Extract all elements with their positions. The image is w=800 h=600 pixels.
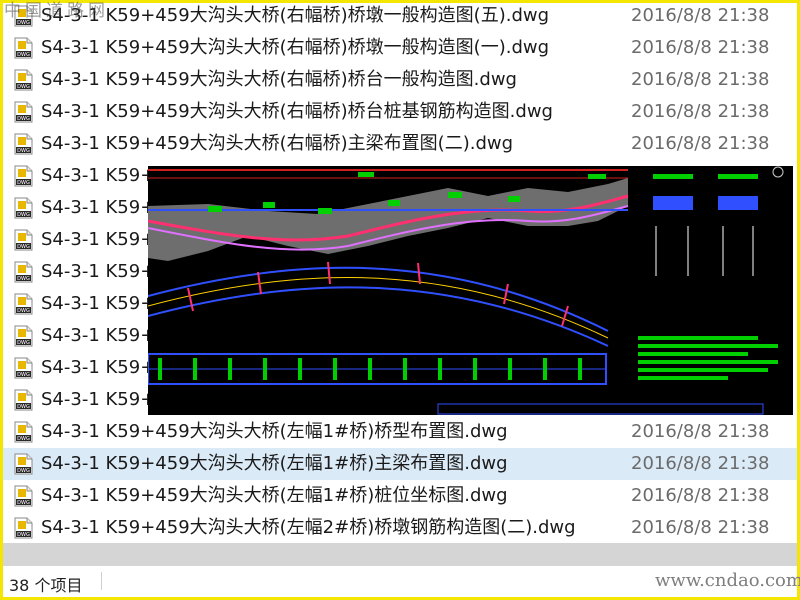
file-name: S4-3-1 K59+ [41,197,156,218]
file-name: S4-3-1 K59+459大沟头大桥(右幅桥)桥台一般构造图.dwg [41,69,517,90]
file-name: S4-3-1 K59+459大沟头大桥(左幅1#桥)桩位坐标图.dwg [41,485,508,506]
svg-text:DWG: DWG [17,52,30,58]
svg-text:DWG: DWG [17,404,30,410]
watermark-top: 中国道路网 [4,1,109,21]
file-name: S4-3-1 K59+ [41,357,156,378]
file-date: 2016/8/8 21:38 [631,421,770,442]
file-date: 2016/8/8 21:38 [631,453,770,474]
dwg-file-icon: DWG [12,421,34,443]
dwg-file-icon: DWG [12,197,34,219]
svg-text:DWG: DWG [17,148,30,154]
file-row[interactable]: DWG S4-3-1 K59+459大沟头大桥(右幅桥)桥台桩基钢筋构造图.dwg… [3,96,797,128]
svg-text:DWG: DWG [17,180,30,186]
dwg-file-icon: DWG [12,293,34,315]
file-date: 2016/8/8 21:38 [631,133,770,154]
dwg-file-icon: DWG [12,261,34,283]
file-date: 2016/8/8 21:38 [631,5,770,26]
file-date: 2016/8/8 21:38 [631,485,770,506]
svg-text:DWG: DWG [17,244,30,250]
file-name: S4-3-1 K59+ [41,325,156,346]
file-row[interactable]: DWG S4-3-1 K59+459大沟头大桥(右幅桥)主梁布置图(二).dwg 2… [3,128,797,160]
dwg-preview-popup [147,166,793,415]
dwg-file-icon: DWG [12,165,34,187]
file-name: S4-3-1 K59+459大沟头大桥(左幅2#桥)桥墩钢筋构造图(二).dwg [41,517,576,538]
item-count: 38 个项目 [9,576,83,595]
horizontal-scrollbar[interactable] [3,543,797,566]
file-row[interactable]: DWG S4-3-1 K59+459大沟头大桥(右幅桥)桥台一般构造图.dwg 20… [3,64,797,96]
file-row[interactable]: DWG S4-3-1 K59+459大沟头大桥(右幅桥)桥墩一般构造图(五).dw… [3,0,797,32]
svg-text:DWG: DWG [17,212,30,218]
file-name: S4-3-1 K59+459大沟头大桥(右幅桥)桥台桩基钢筋构造图.dwg [41,101,553,122]
svg-text:DWG: DWG [17,308,30,314]
file-row[interactable]: DWG S4-3-1 K59+459大沟头大桥(左幅1#桥)桩位坐标图.dwg 20… [3,480,797,512]
file-name: S4-3-1 K59+459大沟头大桥(左幅1#桥)桥型布置图.dwg [41,421,508,442]
status-divider [101,572,102,590]
file-name: S4-3-1 K59+ [41,261,156,282]
file-row[interactable]: DWG S4-3-1 K59+459大沟头大桥(左幅1#桥)桥型布置图.dwg 20… [3,416,797,448]
file-row[interactable]: DWG S4-3-1 K59+459大沟头大桥(右幅桥)桥墩一般构造图(一).dw… [3,32,797,64]
dwg-file-icon: DWG [12,357,34,379]
dwg-file-icon: DWG [12,37,34,59]
dwg-file-icon: DWG [12,69,34,91]
file-name: S4-3-1 K59+459大沟头大桥(右幅桥)主梁布置图(二).dwg [41,133,514,154]
dwg-file-icon: DWG [12,229,34,251]
file-name: S4-3-1 K59+459大沟头大桥(左幅1#桥)主梁布置图.dwg [41,453,508,474]
svg-text:DWG: DWG [17,500,30,506]
cad-drawing [147,166,793,415]
file-name: S4-3-1 K59+ [41,165,156,186]
dwg-file-icon: DWG [12,325,34,347]
file-row[interactable]: DWG S4-3-1 K59+459大沟头大桥(左幅2#桥)桥墩钢筋构造图(二).… [3,512,797,544]
dwg-file-icon: DWG [12,389,34,411]
file-name: S4-3-1 K59+459大沟头大桥(右幅桥)桥墩一般构造图(五).dwg [41,5,550,26]
svg-text:DWG: DWG [17,532,30,538]
dwg-file-icon: DWG [12,101,34,123]
file-name: S4-3-1 K59+ [41,293,156,314]
svg-text:DWG: DWG [17,84,30,90]
file-date: 2016/8/8 21:38 [631,517,770,538]
file-name: S4-3-1 K59+ [41,229,156,250]
svg-text:DWG: DWG [17,468,30,474]
file-name: S4-3-1 K59+459大沟头大桥(右幅桥)桥墩一般构造图(一).dwg [41,37,550,58]
dwg-file-icon: DWG [12,517,34,539]
file-date: 2016/8/8 21:38 [631,37,770,58]
svg-text:DWG: DWG [17,116,30,122]
file-name: S4-3-1 K59+ [41,389,156,410]
file-row[interactable]: DWG S4-3-1 K59+459大沟头大桥(左幅1#桥)主梁布置图.dwg 20… [3,448,797,480]
svg-text:DWG: DWG [17,436,30,442]
svg-text:DWG: DWG [17,340,30,346]
dwg-file-icon: DWG [12,133,34,155]
file-date: 2016/8/8 21:38 [631,101,770,122]
watermark-bottom: www.cndao.com [655,570,800,591]
svg-text:DWG: DWG [17,372,30,378]
svg-text:DWG: DWG [17,276,30,282]
dwg-file-icon: DWG [12,453,34,475]
dwg-file-icon: DWG [12,485,34,507]
file-date: 2016/8/8 21:38 [631,69,770,90]
